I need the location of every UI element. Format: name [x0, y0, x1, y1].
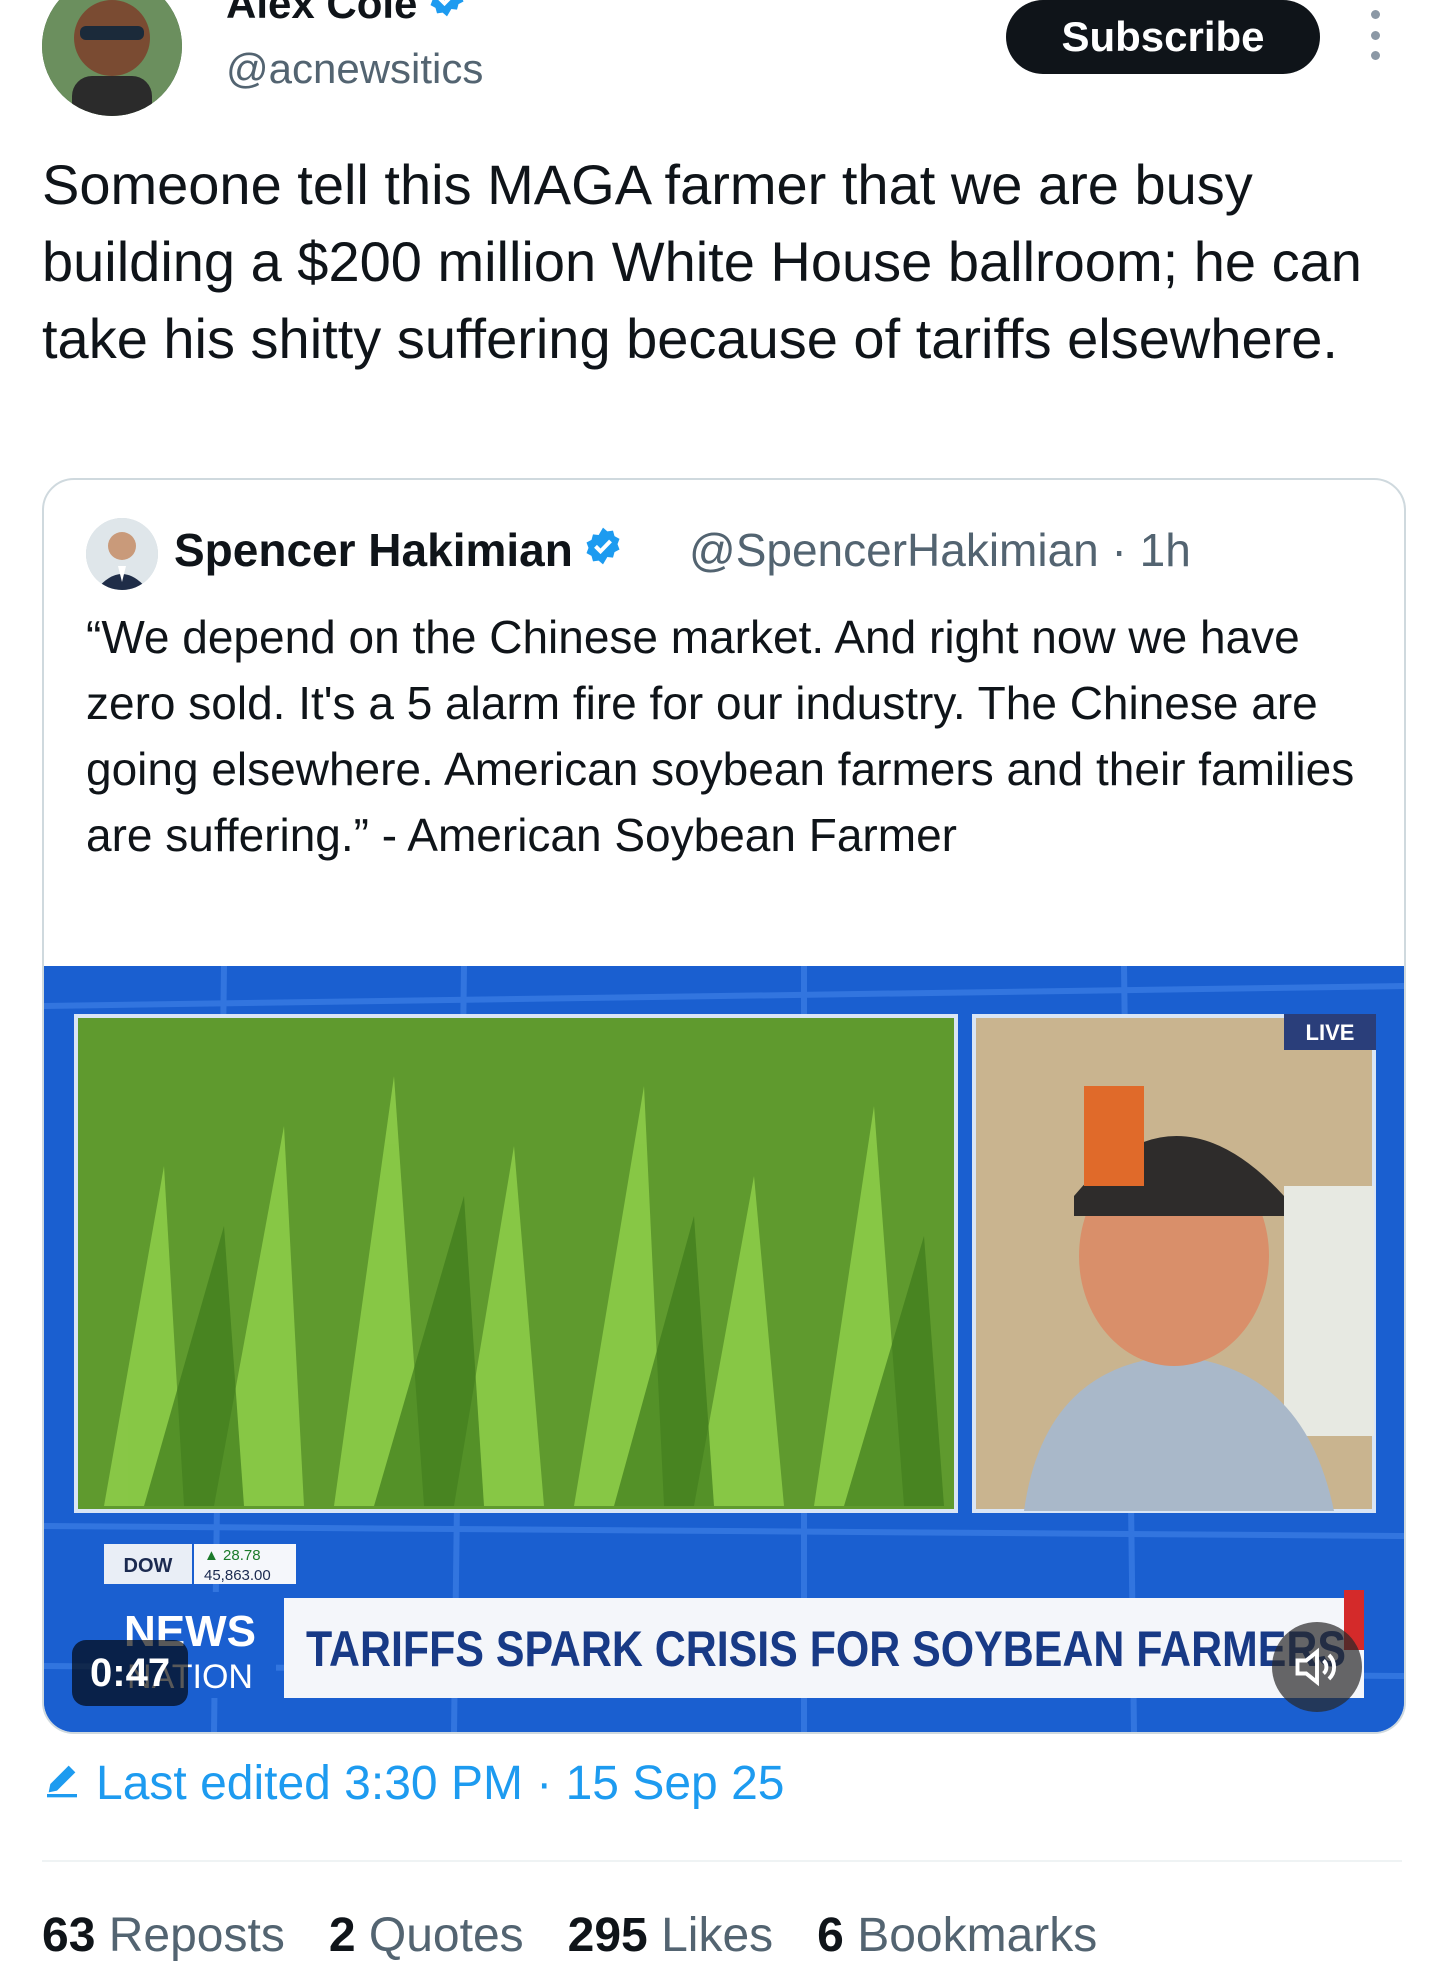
author-display-name[interactable]: Alex Cole [226, 0, 417, 29]
quoted-tweet-card[interactable]: Spencer Hakimian @SpencerHakimian · 1h “… [42, 478, 1406, 1734]
quoted-time: 1h [1139, 524, 1191, 576]
author-handle[interactable]: @acnewsitics [226, 44, 483, 94]
ticker-label: DOW [124, 1555, 173, 1577]
divider [42, 1860, 1402, 1862]
pencil-icon [42, 1756, 82, 1811]
ticker-value: 45,863.00 [204, 1567, 271, 1584]
video-player[interactable]: LIVE DOW ▲ 28.78 45,863.00 NEWS NATION T… [44, 966, 1404, 1732]
quoted-display-name[interactable]: Spencer Hakimian [174, 520, 573, 580]
edited-indicator[interactable]: Last edited 3:30 PM · 15 Sep 25 [42, 1756, 784, 1811]
stat-bookmarks[interactable]: 6 Bookmarks [817, 1908, 1097, 1963]
quoted-tweet-text: “We depend on the Chinese market. And ri… [86, 611, 1355, 861]
tweet-text: Someone tell this MAGA farmer that we ar… [42, 153, 1362, 370]
more-options-icon[interactable] [1360, 10, 1390, 60]
author-avatar[interactable] [42, 0, 182, 116]
verified-badge-icon [583, 520, 623, 580]
quoted-name-row[interactable]: Spencer Hakimian [174, 520, 623, 580]
video-headline: TARIFFS SPARK CRISIS FOR SOYBEAN FARMERS [306, 1621, 1346, 1677]
stat-quotes[interactable]: 2 Quotes [329, 1908, 524, 1963]
volume-muted-icon[interactable] [1272, 1622, 1362, 1712]
author-name-row[interactable]: Alex Cole [226, 0, 467, 29]
ticker-change: ▲ 28.78 [204, 1547, 261, 1564]
stat-likes[interactable]: 295 Likes [568, 1908, 774, 1963]
video-frame: LIVE DOW ▲ 28.78 45,863.00 NEWS NATION T… [44, 966, 1404, 1732]
verified-badge-icon [427, 0, 467, 29]
stat-reposts[interactable]: 63 Reposts [42, 1908, 285, 1963]
subscribe-button[interactable]: Subscribe [1006, 0, 1320, 74]
video-duration: 0:47 [72, 1640, 189, 1706]
quoted-handle[interactable]: @SpencerHakimian [689, 524, 1099, 576]
quoted-handle-time: @SpencerHakimian · 1h [689, 524, 1191, 576]
quoted-author-avatar[interactable] [86, 518, 158, 590]
live-label: LIVE [1306, 1020, 1355, 1045]
engagement-stats: 63 Reposts 2 Quotes 295 Likes 6 Bookmark… [42, 1908, 1097, 1963]
edited-text[interactable]: Last edited 3:30 PM · 15 Sep 25 [96, 1756, 784, 1811]
